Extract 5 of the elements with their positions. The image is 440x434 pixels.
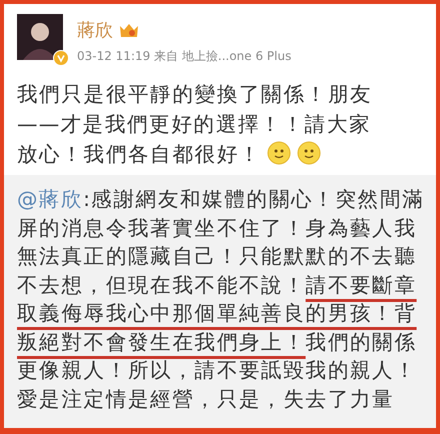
quoted-text: @蔣欣:感謝網友和媒體的關心！突然間滿屏的消息令我著實坐不住了！身為藝人我無法真正的隱藏自己！只能默默的不去聽不去想，但現在我不能不說！請不要斷章取義侮辱我心中那個單純善良的男孩！背叛絕對不會發生在我們身上！我們的關係更像親人！所以，請不要詆毀我的親人！愛是注定情是經營，只是，失去了力量 <box>17 186 425 412</box>
post-text: 我們只是很平靜的變換了關係！朋友——才是我們更好的選擇！！請大家放心！我們各自都很好！ <box>16 81 374 168</box>
post-meta: 03-12 11:19 来自 地上撿...one 6 Plus <box>77 48 292 65</box>
mention-link[interactable]: @蔣欣 <box>17 187 84 211</box>
author-name[interactable]: 蔣欣 <box>77 18 113 42</box>
